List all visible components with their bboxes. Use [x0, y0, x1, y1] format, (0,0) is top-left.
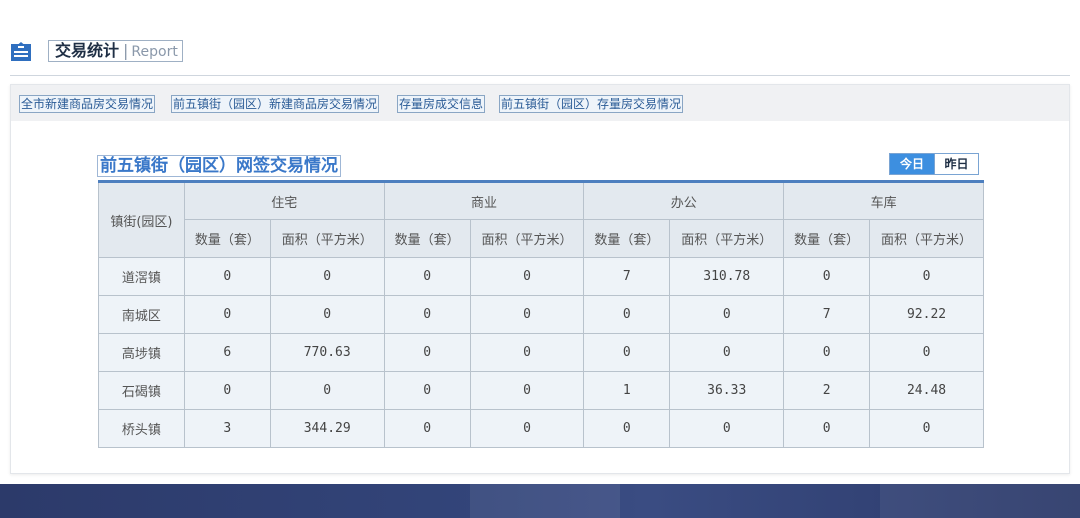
tab-top5-existing-housing[interactable]: 前五镇街（园区）存量房交易情况: [499, 95, 684, 113]
footer-banner: [0, 484, 1080, 518]
value-cell: 0: [383, 333, 471, 372]
value-cell: 0: [669, 333, 785, 372]
col-header-area: 面积（平方米）: [269, 219, 385, 258]
table-row: 桥头镇 3 344.29 0 0 0 0 0 0: [98, 409, 984, 448]
value-cell: 770.63: [269, 333, 385, 372]
value-cell: 0: [469, 371, 585, 410]
group-header-commercial: 商业: [383, 181, 585, 220]
value-cell: 0: [183, 371, 271, 410]
value-cell: 0: [269, 371, 385, 410]
col-header-quantity: 数量（套）: [583, 219, 671, 258]
value-cell: 0: [469, 257, 585, 296]
col-header-quantity: 数量（套）: [783, 219, 871, 258]
footer-texture: [470, 484, 620, 518]
value-cell: 0: [383, 257, 471, 296]
value-cell: 2: [783, 371, 871, 410]
col-header-area: 面积（平方米）: [469, 219, 585, 258]
value-cell: 0: [383, 371, 471, 410]
row-header-town: 镇街(园区): [98, 181, 185, 258]
value-cell: 0: [469, 409, 585, 448]
value-cell: 344.29: [269, 409, 385, 448]
col-header-area: 面积（平方米）: [869, 219, 984, 258]
col-header-quantity: 数量（套）: [183, 219, 271, 258]
town-cell: 石碣镇: [98, 371, 185, 410]
value-cell: 0: [669, 409, 785, 448]
footer-texture: [880, 484, 1080, 518]
value-cell: 3: [183, 409, 271, 448]
value-cell: 0: [183, 257, 271, 296]
value-cell: 0: [583, 333, 671, 372]
value-cell: 36.33: [669, 371, 785, 410]
section-title: 前五镇街（园区）网签交易情况: [97, 155, 341, 177]
group-header-office: 办公: [583, 181, 785, 220]
group-header-residential: 住宅: [183, 181, 385, 220]
group-header-garage: 车库: [783, 181, 984, 220]
tab-existing-housing-deals[interactable]: 存量房成交信息: [397, 95, 486, 113]
town-cell: 高埗镇: [98, 333, 185, 372]
value-cell: 0: [783, 409, 871, 448]
yesterday-button[interactable]: 昨日: [934, 154, 978, 174]
tab-city-new-housing[interactable]: 全市新建商品房交易情况: [19, 95, 156, 113]
value-cell: 0: [783, 257, 871, 296]
value-cell: 24.48: [869, 371, 984, 410]
page-title-sub: Report: [131, 44, 178, 60]
value-cell: 0: [783, 333, 871, 372]
value-cell: 0: [869, 257, 984, 296]
col-header-area: 面积（平方米）: [669, 219, 785, 258]
value-cell: 7: [783, 295, 871, 334]
town-cell: 桥头镇: [98, 409, 185, 448]
page-title-main: 交易统计: [55, 41, 120, 60]
value-cell: 92.22: [869, 295, 984, 334]
tab-bar: 全市新建商品房交易情况 前五镇街（园区）新建商品房交易情况 存量房成交信息 前五…: [11, 85, 1069, 121]
town-cell: 南城区: [98, 295, 185, 334]
value-cell: 0: [383, 295, 471, 334]
value-cell: 1: [583, 371, 671, 410]
table-row: 石碣镇 0 0 0 0 1 36.33 2 24.48: [98, 371, 984, 410]
today-button[interactable]: 今日: [890, 154, 934, 174]
title-separator: |: [123, 41, 129, 60]
table-row: 高埗镇 6 770.63 0 0 0 0 0 0: [98, 333, 984, 372]
value-cell: 0: [669, 295, 785, 334]
table-row: 道滘镇 0 0 0 0 7 310.78 0 0: [98, 257, 984, 296]
building-document-icon: [10, 40, 32, 62]
value-cell: 0: [269, 257, 385, 296]
page-title: 交易统计 | Report: [48, 40, 183, 62]
transaction-table: 镇街(园区) 住宅 商业 办公 车库 数量（套） 面积（平方米） 数量（套） 面…: [98, 180, 984, 448]
tab-top5-new-housing[interactable]: 前五镇街（园区）新建商品房交易情况: [171, 95, 380, 113]
value-cell: 0: [869, 409, 984, 448]
value-cell: 0: [469, 333, 585, 372]
value-cell: 7: [583, 257, 671, 296]
value-cell: 310.78: [669, 257, 785, 296]
town-cell: 道滘镇: [98, 257, 185, 296]
table-row: 南城区 0 0 0 0 0 0 7 92.22: [98, 295, 984, 334]
value-cell: 0: [583, 295, 671, 334]
value-cell: 0: [383, 409, 471, 448]
value-cell: 6: [183, 333, 271, 372]
report-panel: 全市新建商品房交易情况 前五镇街（园区）新建商品房交易情况 存量房成交信息 前五…: [10, 84, 1070, 474]
col-header-quantity: 数量（套）: [383, 219, 471, 258]
value-cell: 0: [269, 295, 385, 334]
value-cell: 0: [183, 295, 271, 334]
value-cell: 0: [583, 409, 671, 448]
day-toggle: 今日 昨日: [889, 153, 979, 175]
value-cell: 0: [469, 295, 585, 334]
value-cell: 0: [869, 333, 984, 372]
page-header: 交易统计 | Report: [10, 38, 1070, 76]
